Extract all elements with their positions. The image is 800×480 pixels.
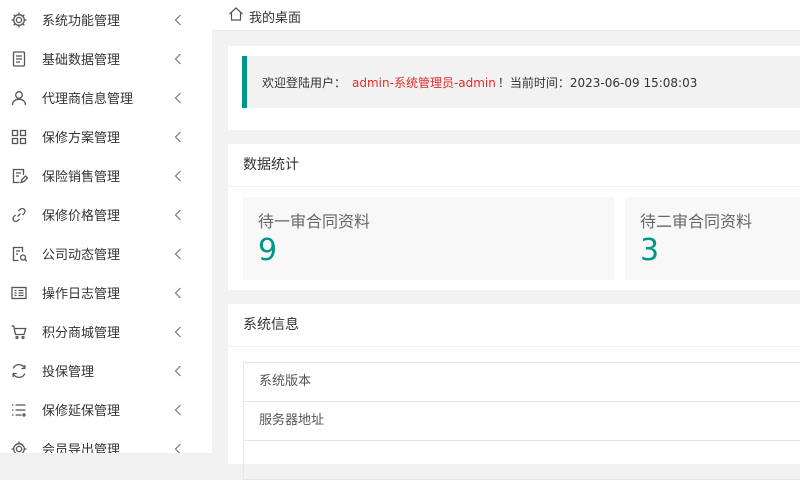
sidebar-item-label: 公司动态管理	[42, 248, 121, 263]
chevron-left-icon	[174, 14, 184, 25]
sidebar-item-extended-warranty[interactable]: 保修延保管理	[0, 390, 212, 429]
sidebar-item-label: 代理商信息管理	[42, 92, 134, 107]
chevron-left-icon	[174, 170, 184, 181]
system-info-card: 系统信息 系统版本 服务器地址	[228, 304, 800, 480]
sidebar-item-label: 积分商城管理	[42, 326, 121, 341]
table-row: 系统版本	[244, 363, 800, 402]
sidebar: 系统功能管理 基础数据管理 代理商信息管理 保修方案管理 保险销售管理 保修价格…	[0, 0, 212, 453]
chevron-left-icon	[174, 131, 184, 142]
doc-pen-icon	[10, 245, 28, 263]
cart-icon	[10, 323, 28, 341]
stat-value: 3	[640, 233, 660, 268]
sidebar-item-agent-info[interactable]: 代理商信息管理	[0, 78, 212, 117]
sidebar-item-label: 保险销售管理	[42, 170, 121, 185]
sidebar-item-member-export[interactable]: 会员导出管理	[0, 429, 212, 453]
welcome-message: 欢迎登陆用户： admin-系统管理员-admin ！当前时间：2023-06-09…	[242, 56, 800, 108]
stat-value: 9	[258, 233, 278, 268]
top-breadcrumb-bar: 我的桌面	[212, 0, 800, 31]
stat-second-review[interactable]: 待二审合同资料 3	[625, 197, 800, 280]
stats-title: 数据统计	[228, 144, 800, 187]
log-icon	[10, 284, 28, 302]
sidebar-item-points-mall[interactable]: 积分商城管理	[0, 312, 212, 351]
sidebar-item-warranty-plan[interactable]: 保修方案管理	[0, 117, 212, 156]
welcome-time: ！当前时间：2023-06-09 15:08:03	[497, 75, 698, 90]
sidebar-item-label: 投保管理	[42, 365, 95, 380]
sidebar-item-label: 基础数据管理	[42, 53, 121, 68]
chevron-left-icon	[174, 326, 184, 337]
table-row	[244, 441, 800, 480]
sidebar-item-label: 保修价格管理	[42, 209, 121, 224]
sidebar-item-warranty-price[interactable]: 保修价格管理	[0, 195, 212, 234]
sidebar-item-label: 系统功能管理	[42, 14, 121, 29]
breadcrumb-my-desktop[interactable]: 我的桌面	[249, 7, 301, 26]
link-icon	[10, 206, 28, 224]
home-icon[interactable]	[228, 6, 244, 22]
welcome-card: 欢迎登陆用户： admin-系统管理员-admin ！当前时间：2023-06-09…	[228, 46, 800, 130]
gear-icon	[10, 11, 28, 29]
user-icon	[10, 89, 28, 107]
refresh-icon	[10, 362, 28, 380]
system-info-title: 系统信息	[228, 304, 800, 347]
chevron-left-icon	[174, 443, 184, 453]
chevron-left-icon	[174, 365, 184, 376]
chevron-left-icon	[174, 287, 184, 298]
grid-icon	[10, 128, 28, 146]
stat-label: 待一审合同资料	[258, 212, 371, 231]
sidebar-item-insurance-application[interactable]: 投保管理	[0, 351, 212, 390]
chevron-left-icon	[174, 53, 184, 64]
sidebar-item-label: 会员导出管理	[42, 443, 121, 453]
sidebar-item-operation-log[interactable]: 操作日志管理	[0, 273, 212, 312]
gear-icon	[10, 440, 28, 453]
welcome-text: 欢迎登陆用户： admin-系统管理员-admin ！当前时间：2023-06-09…	[247, 74, 697, 91]
sidebar-item-label: 操作日志管理	[42, 287, 121, 302]
file-edit-icon	[10, 167, 28, 185]
sidebar-item-label: 保修延保管理	[42, 404, 121, 419]
table-row: 服务器地址	[244, 402, 800, 441]
stat-label: 待二审合同资料	[640, 212, 753, 231]
chevron-left-icon	[174, 404, 184, 415]
sidebar-item-company-news[interactable]: 公司动态管理	[0, 234, 212, 273]
sidebar-item-label: 保修方案管理	[42, 131, 121, 146]
system-info-table: 系统版本 服务器地址	[243, 362, 800, 480]
chevron-left-icon	[174, 248, 184, 259]
list-icon	[10, 401, 28, 419]
main-content: 欢迎登陆用户： admin-系统管理员-admin ！当前时间：2023-06-09…	[228, 46, 800, 480]
sidebar-item-insurance-sales[interactable]: 保险销售管理	[0, 156, 212, 195]
sidebar-item-basic-data[interactable]: 基础数据管理	[0, 39, 212, 78]
welcome-username: admin-系统管理员-admin	[352, 75, 496, 90]
stat-first-review[interactable]: 待一审合同资料 9	[243, 197, 614, 280]
chevron-left-icon	[174, 209, 184, 220]
stats-card: 数据统计 待一审合同资料 9 待二审合同资料 3	[228, 144, 800, 290]
sidebar-item-system-functions[interactable]: 系统功能管理	[0, 0, 212, 39]
document-icon	[10, 50, 28, 68]
chevron-left-icon	[174, 92, 184, 103]
welcome-prefix: 欢迎登陆用户：	[262, 75, 347, 90]
